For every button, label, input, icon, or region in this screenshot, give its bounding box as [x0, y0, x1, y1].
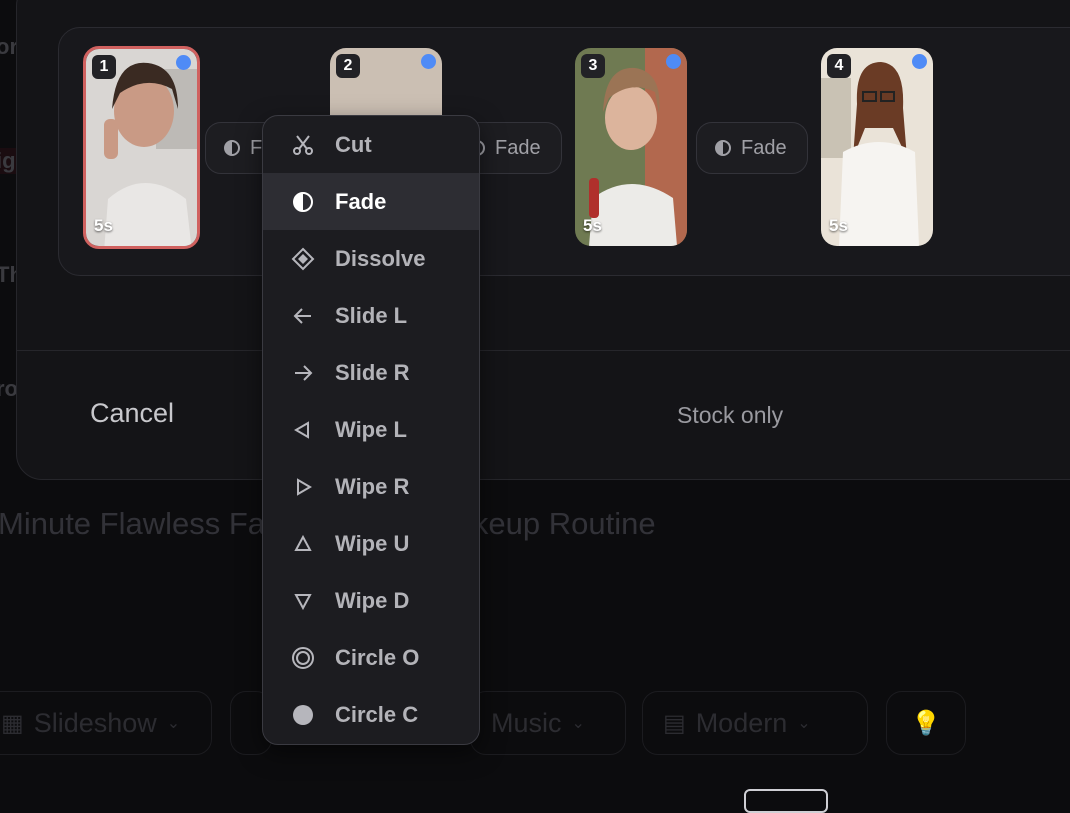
- clip-number-badge: 4: [827, 54, 851, 78]
- half-circle-icon: [224, 140, 240, 156]
- diamond-icon: [291, 247, 315, 271]
- clip-thumbnail-1[interactable]: 1 5s: [83, 46, 200, 249]
- menu-item-wipe-u[interactable]: Wipe U: [263, 515, 479, 572]
- scissors-icon: [291, 133, 315, 157]
- circle-open-icon: [291, 646, 315, 670]
- caption-style-button[interactable]: ▤ Modern ⌄: [642, 691, 868, 755]
- status-dot: [421, 54, 436, 69]
- transition-label: Fade: [741, 136, 787, 159]
- modal-divider: [16, 350, 1070, 351]
- menu-item-cut[interactable]: Cut: [263, 116, 479, 173]
- half-circle-icon: [291, 190, 315, 214]
- half-circle-icon: [715, 140, 731, 156]
- menu-item-wipe-r[interactable]: Wipe R: [263, 458, 479, 515]
- transition-label: Fade: [495, 136, 541, 159]
- music-button[interactable]: Music ⌄: [470, 691, 626, 755]
- triangle-up-icon: [291, 532, 315, 556]
- stock-only-option[interactable]: Stock only: [677, 402, 783, 429]
- clip-number-badge: 3: [581, 54, 605, 78]
- bottom-control[interactable]: [744, 789, 828, 813]
- transition-label: F: [250, 136, 263, 159]
- arrow-right-icon: [291, 361, 315, 385]
- caption-icon: ▤: [663, 709, 686, 737]
- menu-item-dissolve[interactable]: Dissolve: [263, 230, 479, 287]
- clip-number-badge: 1: [92, 55, 116, 79]
- menu-item-circle-o[interactable]: Circle O: [263, 629, 479, 686]
- triangle-right-icon: [291, 475, 315, 499]
- lightbulb-icon: 💡: [911, 709, 941, 737]
- chevron-down-icon: ⌄: [571, 715, 585, 732]
- arrow-left-icon: [291, 304, 315, 328]
- menu-item-wipe-l[interactable]: Wipe L: [263, 401, 479, 458]
- chevron-down-icon: ⌄: [166, 715, 181, 732]
- clip-thumbnail-3[interactable]: 3 5s: [575, 48, 687, 246]
- menu-item-wipe-d[interactable]: Wipe D: [263, 572, 479, 629]
- cancel-button[interactable]: Cancel: [90, 398, 174, 429]
- menu-item-slide-l[interactable]: Slide L: [263, 287, 479, 344]
- chevron-down-icon: ⌄: [797, 715, 811, 732]
- clip-duration: 5s: [583, 216, 602, 235]
- transition-dropdown-menu: Cut Fade Dissolve Slide L Slide R Wipe L: [262, 115, 480, 745]
- clip-duration: 5s: [94, 216, 113, 235]
- status-dot: [666, 54, 681, 69]
- transition-picker-3-4[interactable]: Fade: [696, 122, 808, 174]
- status-dot: [176, 55, 191, 70]
- ideas-button[interactable]: 💡: [886, 691, 966, 755]
- clip-number-badge: 2: [336, 54, 360, 78]
- circle-close-icon: [291, 703, 315, 727]
- slides-icon: ▦: [1, 709, 24, 737]
- left-text-fragment: ig: [0, 148, 16, 174]
- slideshow-button[interactable]: ▦ Slideshow ⌄: [0, 691, 212, 755]
- triangle-down-icon: [291, 589, 315, 613]
- clip-thumbnail-4[interactable]: 4 5s: [821, 48, 933, 246]
- triangle-left-icon: [291, 418, 315, 442]
- clip-duration: 5s: [829, 216, 848, 235]
- status-dot: [912, 54, 927, 69]
- menu-item-circle-c[interactable]: Circle C: [263, 686, 479, 743]
- menu-item-fade[interactable]: Fade: [263, 173, 479, 230]
- menu-item-slide-r[interactable]: Slide R: [263, 344, 479, 401]
